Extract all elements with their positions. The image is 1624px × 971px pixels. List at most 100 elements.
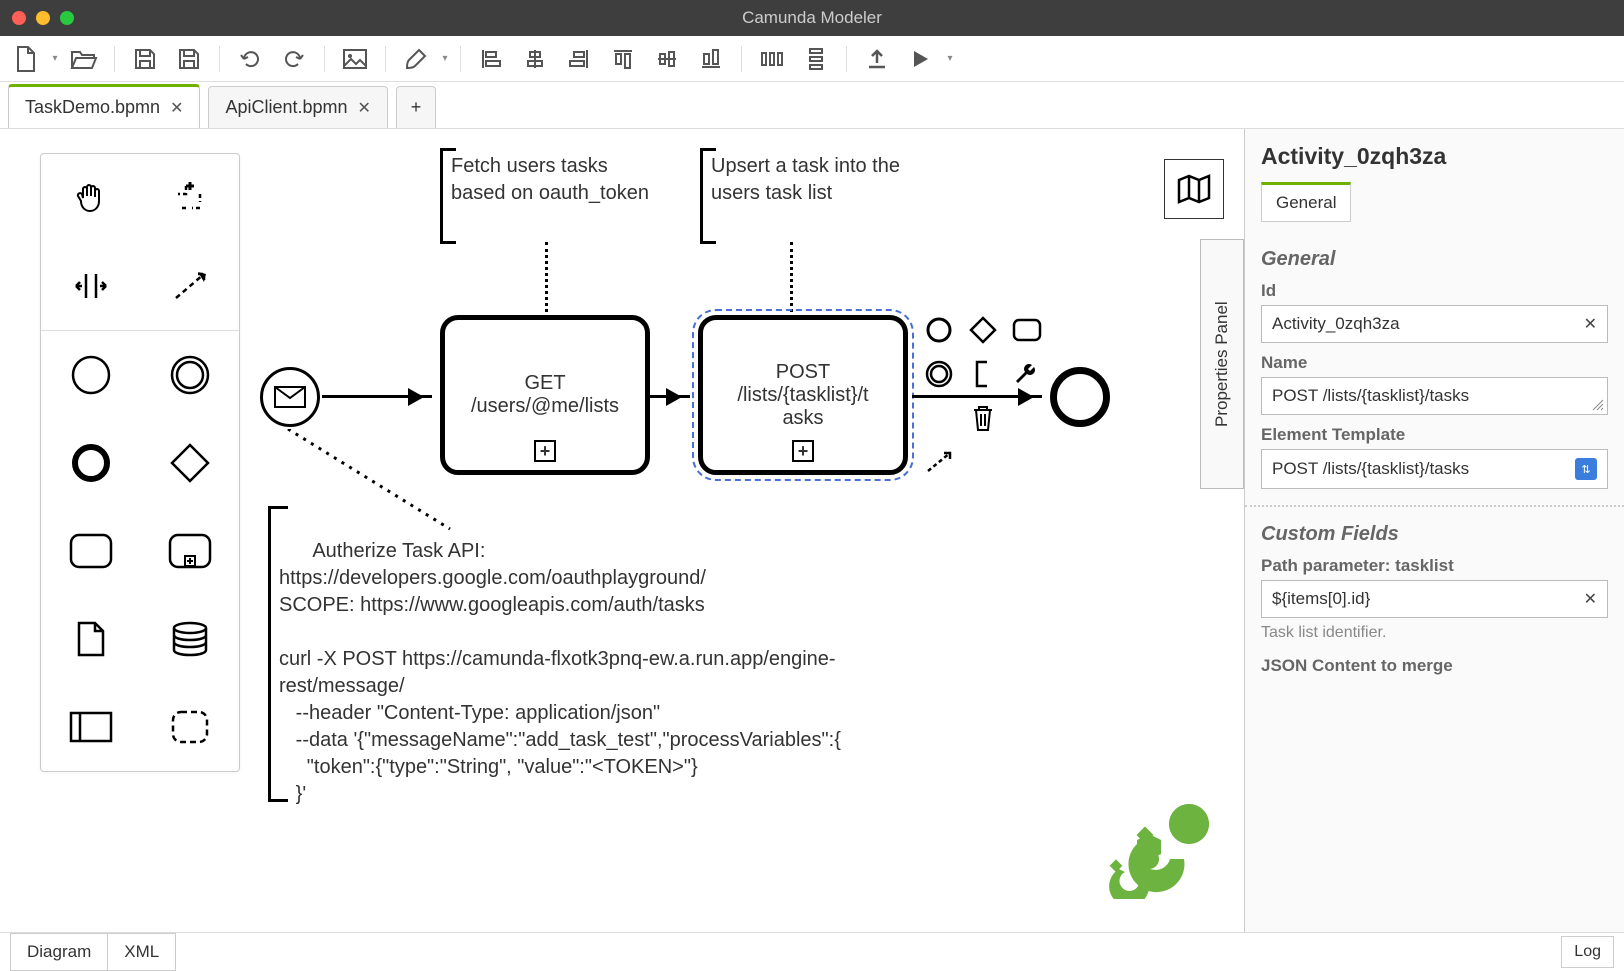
undo-button[interactable] [230, 41, 270, 77]
append-gateway[interactable] [964, 311, 1002, 349]
save-as-button[interactable] [169, 41, 209, 77]
delete-button[interactable] [964, 399, 1002, 437]
sequence-flow[interactable] [650, 395, 690, 398]
start-instance-button[interactable] [901, 41, 941, 77]
annotation-fetch[interactable]: Fetch users tasks based on oauth_token [440, 151, 650, 241]
create-participant[interactable] [41, 683, 140, 771]
upload-icon [866, 48, 888, 70]
rounded-rect-icon [68, 532, 114, 570]
tab-taskdemo[interactable]: TaskDemo.bpmn ✕ [8, 84, 200, 128]
create-task[interactable] [41, 507, 140, 595]
annotation-note[interactable]: Autherize Task API: https://developers.g… [268, 509, 908, 799]
annotation-text: Upsert a task into the users task list [711, 155, 900, 204]
properties-panel-toggle[interactable]: Properties Panel [1200, 239, 1244, 489]
task-get[interactable]: GET /users/@me/lists + [440, 315, 650, 475]
new-file-caret[interactable]: ▾ [50, 53, 60, 64]
sequence-flow[interactable] [322, 395, 432, 398]
end-event[interactable] [1050, 367, 1110, 427]
panel-tab-general[interactable]: General [1261, 182, 1351, 222]
align-left-button[interactable] [471, 41, 511, 77]
create-end-event[interactable] [41, 419, 140, 507]
align-center-button[interactable] [515, 41, 555, 77]
template-label: Element Template [1261, 425, 1608, 445]
window-zoom-button[interactable] [60, 11, 74, 25]
tab-close-icon[interactable]: ✕ [170, 98, 183, 118]
subprocess-marker-icon: + [534, 440, 556, 462]
align-right-icon [569, 49, 589, 69]
connect-icon [170, 268, 210, 304]
window-minimize-button[interactable] [36, 11, 50, 25]
annotation-text: Autherize Task API: https://developers.g… [279, 540, 841, 805]
path-param-field[interactable]: ${items[0].id} ✕ [1261, 580, 1608, 618]
open-file-button[interactable] [64, 41, 104, 77]
create-gateway[interactable] [140, 419, 239, 507]
append-intermediate-event[interactable] [920, 355, 958, 393]
set-color-button[interactable] [396, 41, 436, 77]
diagram-canvas[interactable]: Fetch users tasks based on oauth_token U… [0, 129, 1244, 932]
create-data-object[interactable] [41, 595, 140, 683]
map-icon [1176, 174, 1212, 204]
append-end-event[interactable] [920, 311, 958, 349]
align-right-button[interactable] [559, 41, 599, 77]
tab-close-icon[interactable]: ✕ [358, 98, 371, 118]
save-icon [134, 48, 156, 70]
connect-button[interactable] [920, 443, 958, 481]
color-caret[interactable]: ▾ [440, 53, 450, 64]
subprocess-icon [167, 532, 213, 570]
paintbrush-icon [405, 48, 427, 70]
footer-tab-diagram[interactable]: Diagram [10, 933, 108, 971]
hand-tool[interactable] [41, 154, 140, 242]
align-top-button[interactable] [603, 41, 643, 77]
append-task[interactable] [1008, 311, 1046, 349]
path-param-value: ${items[0].id} [1272, 589, 1370, 609]
deploy-button[interactable] [857, 41, 897, 77]
create-subprocess-expanded[interactable] [140, 507, 239, 595]
start-event[interactable] [260, 367, 320, 427]
sequence-flow[interactable] [912, 395, 1042, 398]
create-intermediate-event[interactable] [140, 331, 239, 419]
align-bottom-button[interactable] [691, 41, 731, 77]
task-label-line2: /users/@me/lists [471, 395, 619, 418]
footer-log-button[interactable]: Log [1561, 936, 1614, 968]
clear-id-button[interactable]: ✕ [1584, 314, 1597, 334]
clear-path-param-button[interactable]: ✕ [1584, 589, 1597, 609]
save-button[interactable] [125, 41, 165, 77]
name-field[interactable]: POST /lists/{tasklist}/tasks [1261, 377, 1608, 415]
align-middle-button[interactable] [647, 41, 687, 77]
trash-icon [971, 404, 995, 432]
task-label-line2: /lists/{tasklist}/t [737, 384, 868, 407]
tab-apiclient[interactable]: ApiClient.bpmn ✕ [208, 86, 387, 128]
minimap-toggle-button[interactable] [1164, 159, 1224, 219]
section-general-title: General [1261, 248, 1608, 271]
global-connect-tool[interactable] [140, 242, 239, 330]
task-label-line1: GET [524, 372, 565, 395]
distribute-h-button[interactable] [752, 41, 792, 77]
create-start-event[interactable] [41, 331, 140, 419]
lasso-tool[interactable] [140, 154, 239, 242]
task-post[interactable]: POST /lists/{tasklist}/t asks + [698, 315, 908, 475]
space-tool[interactable] [41, 242, 140, 330]
diamond-icon [969, 316, 997, 344]
append-annotation[interactable] [964, 355, 1002, 393]
align-left-icon [481, 49, 501, 69]
envelope-icon [274, 386, 306, 408]
distribute-v-button[interactable] [796, 41, 836, 77]
resize-handle-icon[interactable] [1592, 399, 1604, 411]
id-field[interactable]: Activity_0zqh3za ✕ [1261, 305, 1608, 343]
properties-panel: Activity_0zqh3za General General Id Acti… [1244, 129, 1624, 932]
redo-button[interactable] [274, 41, 314, 77]
window-title: Camunda Modeler [0, 8, 1624, 28]
create-data-store[interactable] [140, 595, 239, 683]
create-group[interactable] [140, 683, 239, 771]
run-caret[interactable]: ▾ [945, 53, 955, 64]
template-select[interactable]: POST /lists/{tasklist}/tasks ⇅ [1261, 449, 1608, 489]
export-image-button[interactable] [335, 41, 375, 77]
annotation-upsert[interactable]: Upsert a task into the users task list [700, 151, 900, 241]
window-close-button[interactable] [12, 11, 26, 25]
tab-label: ApiClient.bpmn [225, 97, 347, 118]
distribute-h-icon [761, 49, 783, 69]
tab-add-button[interactable]: + [396, 86, 436, 128]
footer-tab-xml[interactable]: XML [108, 933, 176, 971]
id-value: Activity_0zqh3za [1272, 314, 1400, 334]
new-file-button[interactable] [6, 41, 46, 77]
